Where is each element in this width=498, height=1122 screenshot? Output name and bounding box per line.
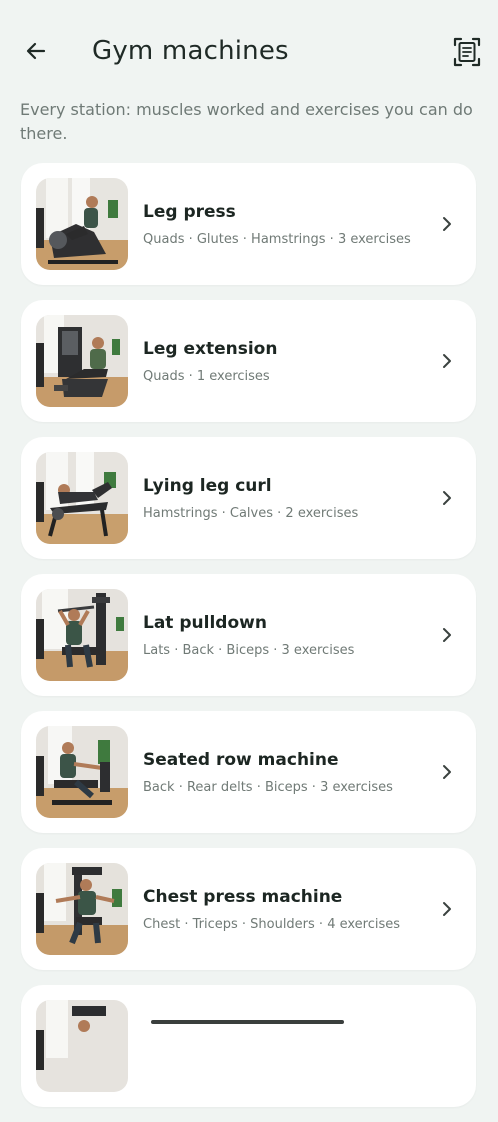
machine-meta: Chest · Triceps · Shoulders · 4 exercise… xyxy=(143,917,401,932)
machine-name: Lying leg curl xyxy=(143,476,272,496)
machine-name: Lat pulldown xyxy=(143,613,267,633)
list-item[interactable]: Seated row machine Back · Rear delts · B… xyxy=(21,711,476,833)
machine-meta: Quads · Glutes · Hamstrings · 3 exercise… xyxy=(143,232,411,247)
chest-press-photo xyxy=(36,863,128,955)
machine-meta: Quads · 1 exercises xyxy=(143,369,270,384)
app-header: Gym machines xyxy=(0,0,498,100)
chevron-right-icon xyxy=(437,625,457,645)
chevron-right-icon xyxy=(437,899,457,919)
leg-extension-photo xyxy=(36,315,128,407)
machine-list: Leg press Quads · Glutes · Hamstrings · … xyxy=(21,163,476,1122)
page-title: Gym machines xyxy=(92,36,289,66)
machine-meta: Hamstrings · Calves · 2 exercises xyxy=(143,506,359,521)
machine-name: Seated row machine xyxy=(143,750,339,770)
leg-press-photo xyxy=(36,178,128,270)
machine-name: Chest press machine xyxy=(143,887,343,907)
chevron-right-icon xyxy=(437,762,457,782)
list-item[interactable]: Lat pulldown Lats · Back · Biceps · 3 ex… xyxy=(21,574,476,696)
chevron-right-icon xyxy=(437,488,457,508)
machine-name: Leg extension xyxy=(143,339,278,359)
chevron-right-icon xyxy=(437,214,457,234)
lat-pulldown-photo xyxy=(36,589,128,681)
lying-leg-curl-photo xyxy=(36,452,128,544)
list-item[interactable] xyxy=(21,985,476,1107)
machine-meta: Back · Rear delts · Biceps · 3 exercises xyxy=(143,780,393,795)
machine-meta: Lats · Back · Biceps · 3 exercises xyxy=(143,643,355,658)
machine-name: Leg press xyxy=(143,202,236,222)
list-item[interactable]: Lying leg curl Hamstrings · Calves · 2 e… xyxy=(21,437,476,559)
list-item[interactable]: Leg press Quads · Glutes · Hamstrings · … xyxy=(21,163,476,285)
arrow-left-icon xyxy=(26,42,46,60)
list-item[interactable]: Leg extension Quads · 1 exercises xyxy=(21,300,476,422)
back-button[interactable] xyxy=(18,33,54,69)
page-subtitle: Every station: muscles worked and exerci… xyxy=(20,100,473,143)
machine-photo xyxy=(36,1000,128,1092)
chevron-right-icon xyxy=(437,351,457,371)
seated-row-photo xyxy=(36,726,128,818)
scan-document-icon xyxy=(453,37,481,67)
home-indicator[interactable] xyxy=(151,1020,344,1024)
scan-button[interactable] xyxy=(448,33,486,71)
list-item[interactable]: Chest press machine Chest · Triceps · Sh… xyxy=(21,848,476,970)
